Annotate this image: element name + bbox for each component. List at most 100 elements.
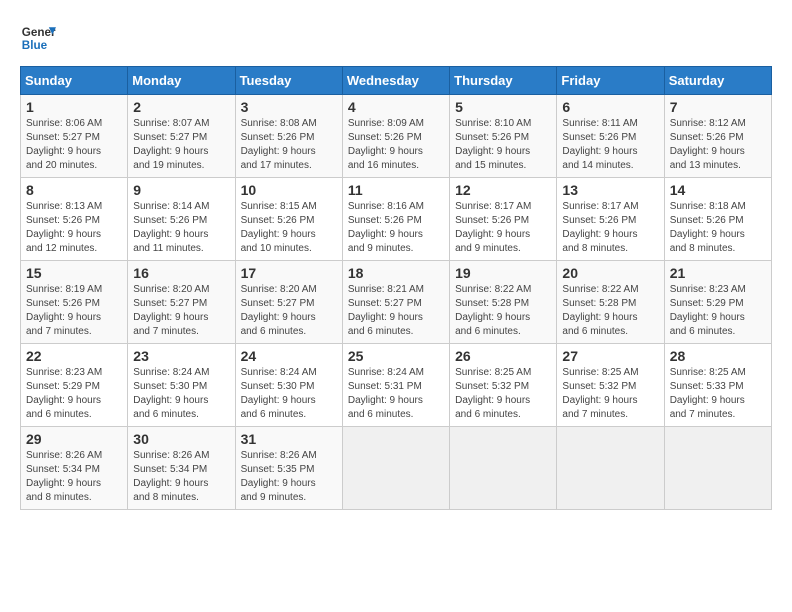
day-info: Sunrise: 8:21 AMSunset: 5:27 PMDaylight:…	[348, 283, 444, 339]
calendar-cell: 22 Sunrise: 8:23 AMSunset: 5:29 PMDayligh…	[21, 344, 128, 427]
day-number: 27	[562, 348, 658, 364]
day-info: Sunrise: 8:25 AMSunset: 5:32 PMDaylight:…	[455, 366, 551, 422]
day-info: Sunrise: 8:15 AMSunset: 5:26 PMDaylight:…	[241, 200, 337, 256]
day-number: 3	[241, 99, 337, 115]
day-number: 18	[348, 265, 444, 281]
day-number: 13	[562, 182, 658, 198]
header-sunday: Sunday	[21, 67, 128, 95]
week-row-5: 29 Sunrise: 8:26 AMSunset: 5:34 PMDayligh…	[21, 427, 772, 510]
header-monday: Monday	[128, 67, 235, 95]
calendar-cell: 5 Sunrise: 8:10 AMSunset: 5:26 PMDaylight…	[450, 95, 557, 178]
header-wednesday: Wednesday	[342, 67, 449, 95]
calendar-cell: 25 Sunrise: 8:24 AMSunset: 5:31 PMDayligh…	[342, 344, 449, 427]
day-number: 21	[670, 265, 766, 281]
calendar-header-row: SundayMondayTuesdayWednesdayThursdayFrid…	[21, 67, 772, 95]
day-info: Sunrise: 8:23 AMSunset: 5:29 PMDaylight:…	[26, 366, 122, 422]
day-number: 26	[455, 348, 551, 364]
calendar-cell: 21 Sunrise: 8:23 AMSunset: 5:29 PMDayligh…	[664, 261, 771, 344]
day-number: 2	[133, 99, 229, 115]
day-number: 7	[670, 99, 766, 115]
calendar-cell: 19Sunrise: 8:22 AMSunset: 5:28 PMDayligh…	[450, 261, 557, 344]
day-number: 25	[348, 348, 444, 364]
day-number: 12	[455, 182, 551, 198]
day-info: Sunrise: 8:18 AMSunset: 5:26 PMDaylight:…	[670, 200, 766, 256]
day-number: 6	[562, 99, 658, 115]
day-number: 5	[455, 99, 551, 115]
day-number: 4	[348, 99, 444, 115]
day-info: Sunrise: 8:08 AMSunset: 5:26 PMDaylight:…	[241, 117, 337, 173]
header-tuesday: Tuesday	[235, 67, 342, 95]
svg-text:Blue: Blue	[22, 39, 48, 52]
calendar-cell: 9 Sunrise: 8:14 AMSunset: 5:26 PMDaylight…	[128, 178, 235, 261]
day-number: 19	[455, 265, 551, 281]
calendar-cell: 15 Sunrise: 8:19 AMSunset: 5:26 PMDayligh…	[21, 261, 128, 344]
day-number: 31	[241, 431, 337, 447]
calendar-cell: 18 Sunrise: 8:21 AMSunset: 5:27 PMDayligh…	[342, 261, 449, 344]
calendar-cell	[557, 427, 664, 510]
day-info: Sunrise: 8:20 AMSunset: 5:27 PMDaylight:…	[133, 283, 229, 339]
day-number: 20	[562, 265, 658, 281]
calendar-cell: 20 Sunrise: 8:22 AMSunset: 5:28 PMDayligh…	[557, 261, 664, 344]
header-saturday: Saturday	[664, 67, 771, 95]
day-info: Sunrise: 8:13 AMSunset: 5:26 PMDaylight:…	[26, 200, 122, 256]
day-info: Sunrise: 8:22 AMSunset: 5:28 PMDaylight:…	[562, 283, 658, 339]
day-info: Sunrise: 8:26 AMSunset: 5:35 PMDaylight:…	[241, 449, 337, 505]
day-number: 29	[26, 431, 122, 447]
day-info: Sunrise: 8:09 AMSunset: 5:26 PMDaylight:…	[348, 117, 444, 173]
day-number: 10	[241, 182, 337, 198]
calendar-cell: 7 Sunrise: 8:12 AMSunset: 5:26 PMDaylight…	[664, 95, 771, 178]
day-info: Sunrise: 8:17 AMSunset: 5:26 PMDaylight:…	[562, 200, 658, 256]
week-row-3: 15 Sunrise: 8:19 AMSunset: 5:26 PMDayligh…	[21, 261, 772, 344]
calendar-cell	[664, 427, 771, 510]
calendar-cell: 12Sunrise: 8:17 AMSunset: 5:26 PMDayligh…	[450, 178, 557, 261]
calendar-table: SundayMondayTuesdayWednesdayThursdayFrid…	[20, 66, 772, 510]
day-number: 9	[133, 182, 229, 198]
calendar-cell: 11 Sunrise: 8:16 AMSunset: 5:26 PMDayligh…	[342, 178, 449, 261]
calendar-cell: 31 Sunrise: 8:26 AMSunset: 5:35 PMDayligh…	[235, 427, 342, 510]
week-row-2: 8 Sunrise: 8:13 AMSunset: 5:26 PMDaylight…	[21, 178, 772, 261]
logo-icon: General Blue	[20, 20, 56, 56]
calendar-cell: 4 Sunrise: 8:09 AMSunset: 5:26 PMDaylight…	[342, 95, 449, 178]
calendar-cell: 10 Sunrise: 8:15 AMSunset: 5:26 PMDayligh…	[235, 178, 342, 261]
calendar-cell: 16 Sunrise: 8:20 AMSunset: 5:27 PMDayligh…	[128, 261, 235, 344]
calendar-cell: 13 Sunrise: 8:17 AMSunset: 5:26 PMDayligh…	[557, 178, 664, 261]
calendar-cell: 24Sunrise: 8:24 AMSunset: 5:30 PMDayligh…	[235, 344, 342, 427]
calendar-cell: 23Sunrise: 8:24 AMSunset: 5:30 PMDayligh…	[128, 344, 235, 427]
calendar-cell: 8 Sunrise: 8:13 AMSunset: 5:26 PMDaylight…	[21, 178, 128, 261]
header-friday: Friday	[557, 67, 664, 95]
day-info: Sunrise: 8:10 AMSunset: 5:26 PMDaylight:…	[455, 117, 551, 173]
day-number: 8	[26, 182, 122, 198]
day-info: Sunrise: 8:16 AMSunset: 5:26 PMDaylight:…	[348, 200, 444, 256]
day-number: 11	[348, 182, 444, 198]
day-info: Sunrise: 8:23 AMSunset: 5:29 PMDaylight:…	[670, 283, 766, 339]
calendar-cell: 26 Sunrise: 8:25 AMSunset: 5:32 PMDayligh…	[450, 344, 557, 427]
day-info: Sunrise: 8:24 AMSunset: 5:31 PMDaylight:…	[348, 366, 444, 422]
calendar-cell: 28 Sunrise: 8:25 AMSunset: 5:33 PMDayligh…	[664, 344, 771, 427]
calendar-cell: 30 Sunrise: 8:26 AMSunset: 5:34 PMDayligh…	[128, 427, 235, 510]
day-number: 15	[26, 265, 122, 281]
week-row-4: 22 Sunrise: 8:23 AMSunset: 5:29 PMDayligh…	[21, 344, 772, 427]
day-info: Sunrise: 8:19 AMSunset: 5:26 PMDaylight:…	[26, 283, 122, 339]
calendar-cell: 6Sunrise: 8:11 AMSunset: 5:26 PMDaylight…	[557, 95, 664, 178]
day-info: Sunrise: 8:24 AMSunset: 5:30 PMDaylight:…	[133, 366, 229, 422]
day-info: Sunrise: 8:25 AMSunset: 5:33 PMDaylight:…	[670, 366, 766, 422]
day-number: 22	[26, 348, 122, 364]
day-info: Sunrise: 8:14 AMSunset: 5:26 PMDaylight:…	[133, 200, 229, 256]
day-info: Sunrise: 8:26 AMSunset: 5:34 PMDaylight:…	[133, 449, 229, 505]
calendar-cell: 14Sunrise: 8:18 AMSunset: 5:26 PMDayligh…	[664, 178, 771, 261]
day-number: 1	[26, 99, 122, 115]
day-info: Sunrise: 8:20 AMSunset: 5:27 PMDaylight:…	[241, 283, 337, 339]
calendar-cell: 3 Sunrise: 8:08 AMSunset: 5:26 PMDaylight…	[235, 95, 342, 178]
calendar-cell: 2Sunrise: 8:07 AMSunset: 5:27 PMDaylight…	[128, 95, 235, 178]
calendar-cell	[450, 427, 557, 510]
day-number: 17	[241, 265, 337, 281]
day-info: Sunrise: 8:26 AMSunset: 5:34 PMDaylight:…	[26, 449, 122, 505]
day-number: 30	[133, 431, 229, 447]
day-number: 16	[133, 265, 229, 281]
day-info: Sunrise: 8:12 AMSunset: 5:26 PMDaylight:…	[670, 117, 766, 173]
calendar-cell: 1 Sunrise: 8:06 AMSunset: 5:27 PMDaylight…	[21, 95, 128, 178]
header-thursday: Thursday	[450, 67, 557, 95]
calendar-cell: 27Sunrise: 8:25 AMSunset: 5:32 PMDayligh…	[557, 344, 664, 427]
day-info: Sunrise: 8:06 AMSunset: 5:27 PMDaylight:…	[26, 117, 122, 173]
day-number: 28	[670, 348, 766, 364]
